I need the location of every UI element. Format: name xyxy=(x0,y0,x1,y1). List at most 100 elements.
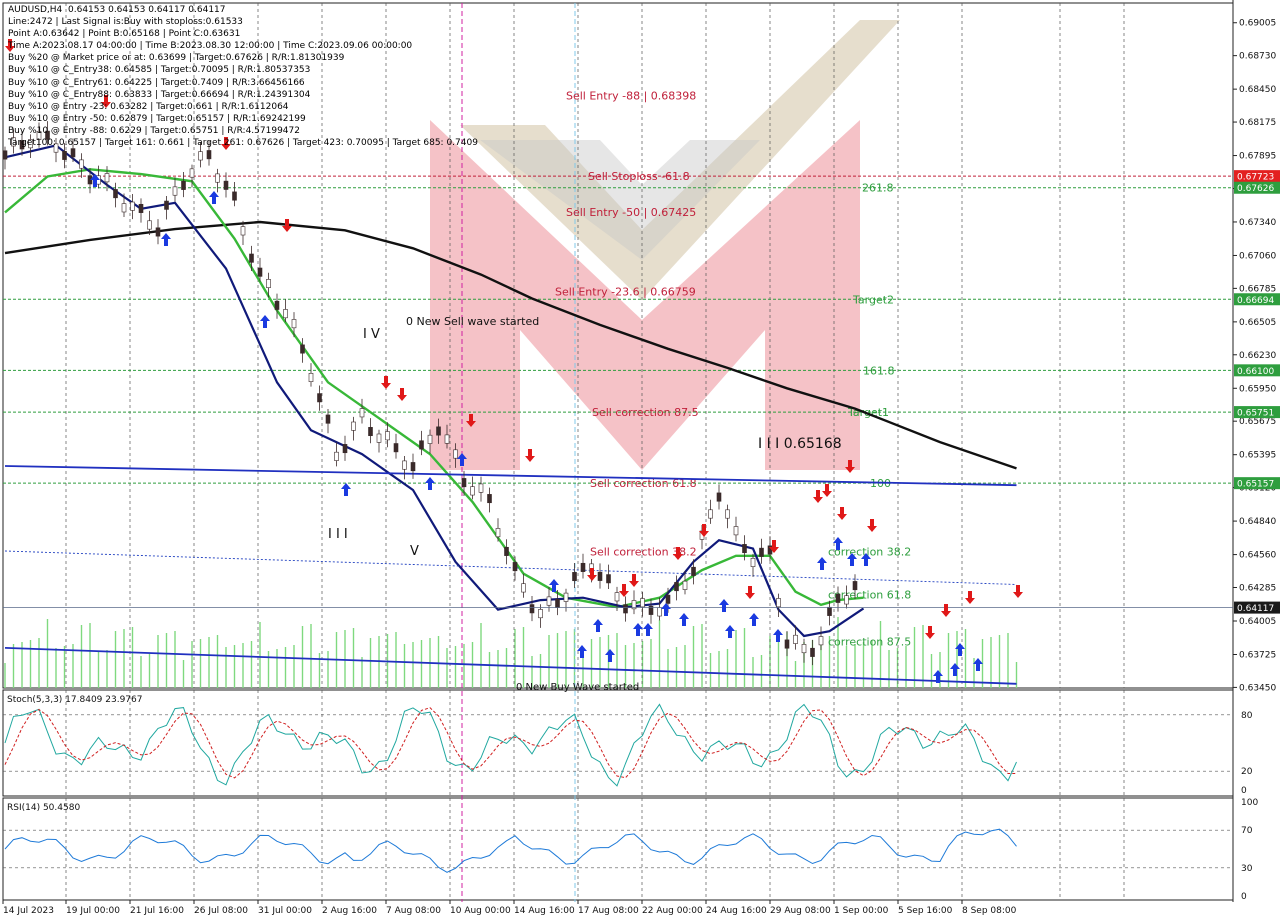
price-badge-label: 0.64117 xyxy=(1237,604,1274,614)
candle-body xyxy=(155,227,161,237)
price-tick-label: 0.68450 xyxy=(1239,85,1276,95)
price-tick-label: 0.67060 xyxy=(1239,251,1276,261)
price-tick-label: 0.65675 xyxy=(1239,417,1276,427)
candle-body xyxy=(776,598,781,608)
candle-body xyxy=(436,426,441,436)
price-badge-label: 0.66100 xyxy=(1237,367,1274,377)
candle-body xyxy=(206,150,212,160)
price-badge-label: 0.66694 xyxy=(1237,296,1274,306)
candle-body xyxy=(597,571,603,581)
candle-body xyxy=(495,528,501,538)
price-tick-label: 0.65950 xyxy=(1239,384,1276,394)
rsi-label: RSI(14) 50.4580 xyxy=(7,803,80,813)
wave-annotation: I I I xyxy=(328,527,348,542)
candle-body xyxy=(512,562,518,572)
candle-body xyxy=(410,462,416,472)
candle-body xyxy=(716,492,722,502)
level-label: correction 87.5 xyxy=(828,636,911,649)
candle-body xyxy=(62,150,67,160)
candle-body xyxy=(725,509,730,519)
candle-body xyxy=(546,596,552,606)
level-label: 261.8 xyxy=(862,182,894,195)
ohlc-close: 0.64117 xyxy=(188,5,226,15)
candle-body xyxy=(674,582,679,592)
candle-body xyxy=(580,562,586,572)
wave-annotation: I I I 0.65168 xyxy=(758,436,842,452)
candle-body xyxy=(257,267,263,277)
candle-body xyxy=(835,593,841,603)
candle-body xyxy=(70,148,76,158)
candle-body xyxy=(665,594,671,604)
candle-body xyxy=(801,644,807,654)
info-line: Buy %10 @ C_Entry88: 0.63833 | Target:0.… xyxy=(8,89,311,100)
candle-body xyxy=(147,220,152,230)
stoch-tick-label: 0 xyxy=(1241,786,1247,796)
price-tick-label: 0.64285 xyxy=(1239,583,1276,593)
candle-body xyxy=(844,595,849,605)
time-tick-label: 19 Jul 00:00 xyxy=(66,906,120,916)
signal-info-block: AUDUSD,H4 0.64153 0.64153 0.64117 0.6411… xyxy=(8,4,478,149)
info-line: Buy %10 @ C_Entry61: 0.64225 | Target:0.… xyxy=(8,77,305,88)
info-line: Line:2472 | Last Signal is:Buy with stop… xyxy=(8,17,243,28)
price-badge-label: 0.65751 xyxy=(1237,409,1274,419)
time-tick-label: 1 Sep 00:00 xyxy=(834,906,889,916)
time-tick-label: 7 Aug 08:00 xyxy=(386,906,441,916)
candle-body xyxy=(487,494,492,504)
ohlc-open: 0.64153 xyxy=(68,5,106,15)
candle-body xyxy=(470,486,475,496)
panel-frame xyxy=(2,797,1234,901)
candle-body xyxy=(164,200,169,210)
candle-body xyxy=(308,373,314,382)
time-tick-label: 21 Jul 16:00 xyxy=(130,906,184,916)
candle-body xyxy=(444,434,450,444)
candle-body xyxy=(198,151,203,161)
candle-body xyxy=(733,526,739,536)
time-tick-label: 14 Jul 2023 xyxy=(3,906,54,916)
price-tick-label: 0.69005 xyxy=(1239,19,1276,29)
candle-body xyxy=(215,173,220,183)
time-tick-label: 29 Aug 08:00 xyxy=(770,906,831,916)
price-tick-label: 0.67895 xyxy=(1239,152,1276,162)
candle-body xyxy=(563,592,569,602)
price-tick-label: 0.66505 xyxy=(1239,318,1276,328)
candle-body xyxy=(402,460,407,470)
candle-body xyxy=(113,189,118,199)
candle-body xyxy=(317,393,322,403)
level-label: 161.8 xyxy=(863,364,895,377)
candle-body xyxy=(818,636,824,646)
time-tick-label: 24 Aug 16:00 xyxy=(706,906,767,916)
price-tick-label: 0.63450 xyxy=(1239,683,1276,693)
info-line: Point A:0.63642 | Point B:0.65168 | Poin… xyxy=(8,29,241,40)
price-tick-label: 0.64560 xyxy=(1239,551,1276,561)
candle-body xyxy=(274,300,280,310)
candle-body xyxy=(708,509,713,519)
time-tick-label: 17 Aug 08:00 xyxy=(578,906,639,916)
ohlc-low: 0.64117 xyxy=(148,5,186,15)
time-tick-label: 5 Sep 16:00 xyxy=(898,906,953,916)
candle-body xyxy=(189,168,195,178)
stoch-tick-label: 20 xyxy=(1241,767,1253,777)
candle-body xyxy=(104,173,110,183)
rsi-tick-label: 70 xyxy=(1241,826,1253,836)
candle-body xyxy=(750,557,756,567)
candle-body xyxy=(852,581,858,591)
candle-body xyxy=(529,604,535,614)
price-tick-label: 0.67340 xyxy=(1239,218,1276,228)
wave-annotation: I V xyxy=(363,327,380,342)
level-label: Sell Entry -23.6 | 0.66759 xyxy=(555,285,696,298)
time-tick-label: 2 Aug 16:00 xyxy=(322,906,377,916)
candle-body xyxy=(453,449,458,459)
candle-body xyxy=(232,191,237,201)
candle-body xyxy=(504,546,509,556)
price-badge-label: 0.65157 xyxy=(1237,480,1274,490)
price-tick-label: 0.63725 xyxy=(1239,650,1276,660)
price-tick-label: 0.66230 xyxy=(1239,351,1276,361)
level-label: Target2 xyxy=(852,293,894,306)
candle-body xyxy=(572,572,577,582)
info-line: Target100: 0.65157 | Target 161: 0.661 |… xyxy=(8,138,478,149)
stoch-tick-label: 80 xyxy=(1241,711,1253,721)
candle-body xyxy=(351,421,356,431)
level-label: Sell Entry -50 | 0.67425 xyxy=(566,206,696,219)
candle-body xyxy=(240,226,246,236)
candle-body xyxy=(427,434,433,444)
